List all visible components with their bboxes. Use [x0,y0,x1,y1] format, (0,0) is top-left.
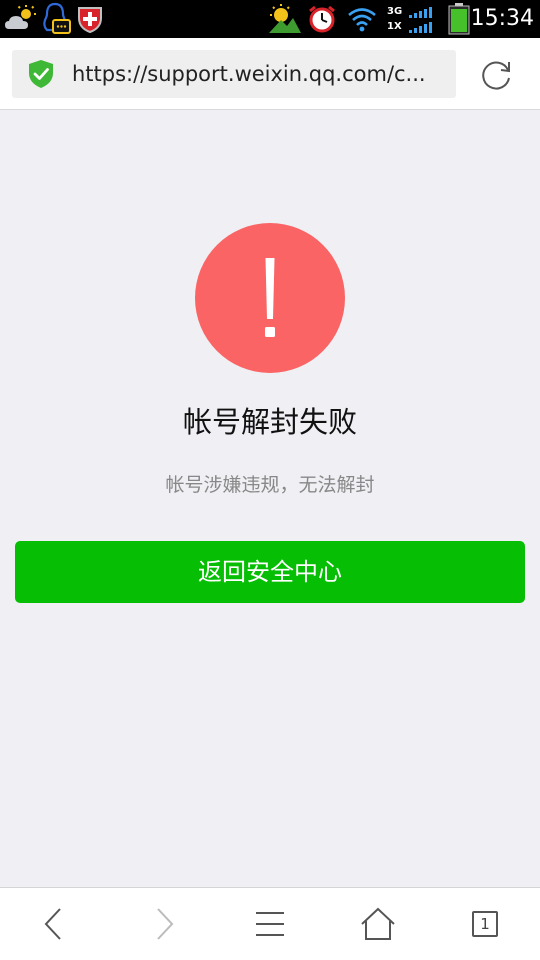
page-description: 帐号涉嫌违规，无法解封 [165,474,375,496]
menu-icon [256,912,284,936]
home-button[interactable] [348,888,408,960]
forward-icon [157,908,174,940]
back-button[interactable] [24,888,84,960]
exclamation-icon [265,258,275,337]
menu-button[interactable] [240,888,300,960]
wifi-icon [346,0,378,38]
return-security-center-button[interactable]: 返回安全中心 [15,541,525,603]
sun-mountain-icon [268,0,302,38]
status-bar: 3G 1X 15:34 [0,0,540,38]
alarm-clock-icon [306,0,338,38]
qq-message-icon [40,0,72,38]
weather-icon [4,0,38,38]
network-type-bottom: 1X [387,21,402,32]
shield-check-icon [26,59,56,89]
back-icon [44,908,61,940]
browser-toolbar: 1 [0,887,540,960]
home-icon [361,907,395,940]
battery-icon [445,0,473,38]
tabs-icon: 1 [472,911,498,937]
status-time: 15:34 [470,6,534,31]
reload-icon[interactable] [478,56,516,94]
url-text: https://support.weixin.qq.com/c... [72,62,426,86]
alert-circle [195,223,345,373]
network-type-top: 3G [387,6,403,17]
signal-icon [407,0,433,38]
tab-count: 1 [480,915,490,933]
url-field[interactable]: https://support.weixin.qq.com/c... [12,50,456,98]
forward-button[interactable] [134,888,194,960]
address-bar: https://support.weixin.qq.com/c... [0,38,540,110]
tabs-button[interactable]: 1 [455,888,515,960]
page-title: 帐号解封失败 [182,405,357,439]
security-shield-icon [76,0,104,38]
